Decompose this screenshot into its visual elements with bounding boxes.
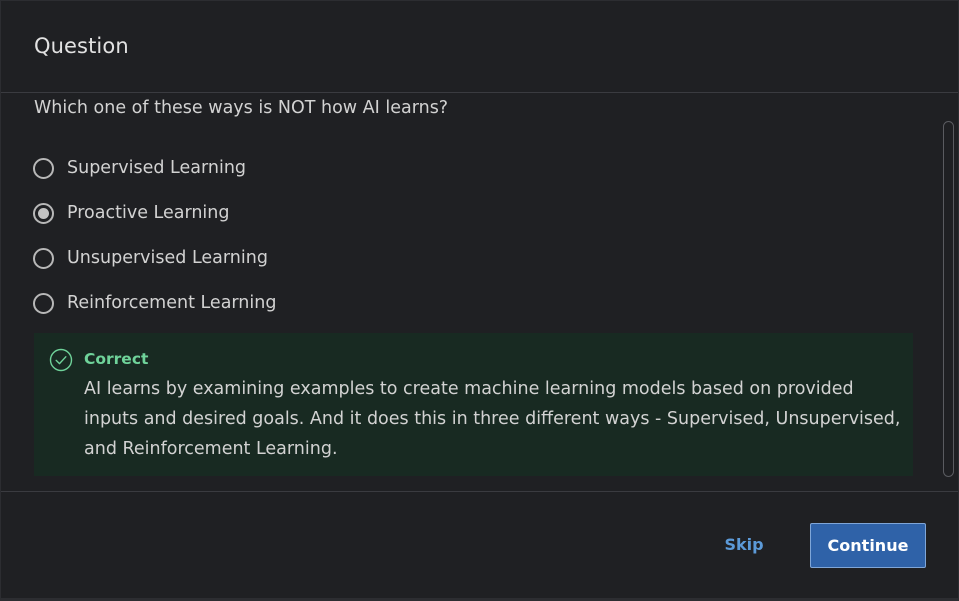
option-label: Supervised Learning: [67, 158, 247, 178]
option-label: Proactive Learning: [67, 203, 230, 223]
question-dialog: Question Which one of these ways is NOT …: [0, 0, 959, 601]
radio-button[interactable]: [33, 247, 54, 269]
feedback-panel: Correct AI learns by examining examples …: [34, 333, 913, 476]
dialog-body: Which one of these ways is NOT how AI le…: [1, 93, 958, 491]
option-reinforcement-learning[interactable]: Reinforcement Learning: [33, 288, 276, 318]
check-circle-icon: [49, 348, 73, 372]
radio-button[interactable]: [33, 292, 54, 314]
scrollbar[interactable]: [943, 121, 954, 477]
dialog-header: Question: [1, 1, 958, 93]
radio-button-selected[interactable]: [33, 202, 54, 224]
continue-button[interactable]: Continue: [810, 523, 926, 568]
question-text: Which one of these ways is NOT how AI le…: [34, 98, 449, 118]
option-label: Unsupervised Learning: [67, 248, 268, 268]
radio-button[interactable]: [33, 157, 54, 179]
option-unsupervised-learning[interactable]: Unsupervised Learning: [33, 243, 268, 273]
dialog-footer: Skip Continue: [1, 491, 958, 599]
feedback-message: AI learns by examining examples to creat…: [84, 379, 901, 459]
dialog-title: Question: [34, 34, 129, 58]
skip-button[interactable]: Skip: [713, 524, 775, 564]
option-proactive-learning[interactable]: Proactive Learning: [33, 198, 230, 228]
option-label: Reinforcement Learning: [67, 293, 277, 313]
feedback-status: Correct: [84, 350, 149, 368]
option-supervised-learning[interactable]: Supervised Learning: [33, 153, 246, 183]
